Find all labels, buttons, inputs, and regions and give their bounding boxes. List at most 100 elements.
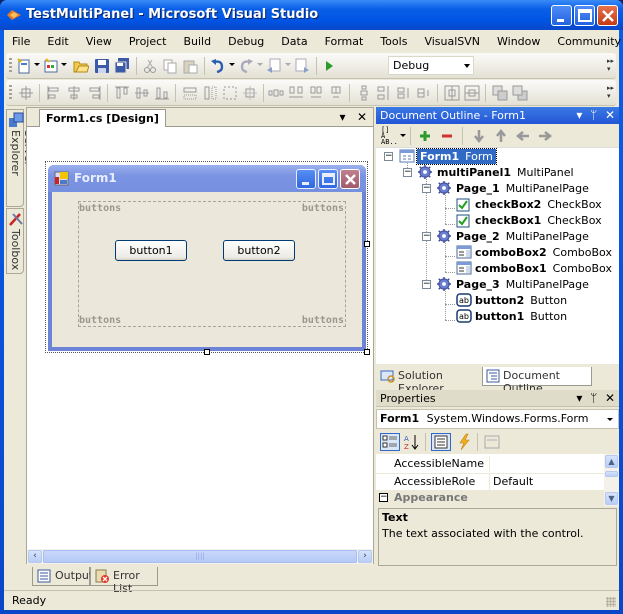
tab-form1-design[interactable]: Form1.cs [Design] <box>39 109 166 127</box>
chevron-down-icon[interactable] <box>257 63 263 66</box>
menu-view[interactable]: View <box>86 35 112 48</box>
align-centers-icon[interactable] <box>66 85 82 101</box>
align-tops-icon[interactable] <box>114 85 130 101</box>
copy-icon[interactable] <box>162 58 178 74</box>
chevron-down-icon[interactable] <box>61 63 67 66</box>
property-value[interactable]: Default <box>493 475 533 488</box>
menu-window[interactable]: Window <box>497 35 540 48</box>
toolbox-tab[interactable]: Toolbox <box>6 208 24 274</box>
scroll-left-button[interactable]: ‹ <box>28 550 42 563</box>
collapse-icon[interactable]: − <box>384 152 393 161</box>
menu-community[interactable]: Community <box>557 35 621 48</box>
decrease-horizontal-spacing-icon[interactable] <box>308 85 324 101</box>
close-button[interactable] <box>597 5 618 26</box>
new-project-icon[interactable] <box>16 58 32 74</box>
window-position-dropdown-icon[interactable]: ▾ <box>576 391 582 405</box>
server-explorer-tab[interactable]: Server Explorer <box>6 109 35 207</box>
decrease-vertical-spacing-icon[interactable] <box>396 85 412 101</box>
active-files-dropdown-icon[interactable]: ▾ <box>339 110 345 124</box>
multipanel-control[interactable]: buttons buttons buttons buttons button1 … <box>78 201 346 327</box>
paste-icon[interactable] <box>182 58 198 74</box>
property-pages-icon[interactable] <box>483 433 501 451</box>
categorized-icon[interactable] <box>380 433 400 451</box>
vertical-spacing-equal-icon[interactable] <box>356 85 372 101</box>
resize-handle-right[interactable] <box>364 241 370 247</box>
move-up-icon[interactable] <box>494 129 508 143</box>
increase-horizontal-spacing-icon[interactable] <box>288 85 304 101</box>
menu-build[interactable]: Build <box>183 35 211 48</box>
alphabetical-icon[interactable]: AZ <box>403 433 421 451</box>
property-row[interactable]: AccessibleName <box>376 456 604 472</box>
align-middles-icon[interactable] <box>134 85 150 101</box>
document-outline-tab[interactable]: Document Outline <box>482 367 592 395</box>
cut-icon[interactable] <box>142 58 158 74</box>
save-icon[interactable] <box>94 58 110 74</box>
horizontal-scrollbar[interactable]: ‹ |||| › <box>27 549 373 564</box>
redo-icon[interactable] <box>238 58 254 74</box>
scroll-thumb[interactable]: |||| <box>43 550 357 563</box>
center-vertically-icon[interactable] <box>464 85 480 101</box>
menu-debug[interactable]: Debug <box>228 35 264 48</box>
menu-format[interactable]: Format <box>325 35 364 48</box>
collapse-icon[interactable]: − <box>379 493 388 502</box>
events-icon[interactable] <box>456 433 472 451</box>
toolbar-grip[interactable] <box>9 85 12 101</box>
display-style-icon[interactable]: [] A AB.. <box>381 127 398 146</box>
menu-tools[interactable]: Tools <box>380 35 407 48</box>
menu-file[interactable]: File <box>12 35 30 48</box>
chevron-down-icon[interactable] <box>229 63 235 66</box>
form-designer-surface[interactable]: Form1 buttons buttons buttons buttons bu… <box>27 127 373 549</box>
object-selector[interactable]: Form1 System.Windows.Forms.Form <box>376 409 619 429</box>
scroll-down-button[interactable]: ▼ <box>605 492 618 505</box>
collapse-icon[interactable]: − <box>422 280 431 289</box>
collapse-all-icon[interactable] <box>440 129 454 143</box>
align-to-grid-icon[interactable] <box>18 85 34 101</box>
properties-view-icon[interactable] <box>431 433 451 451</box>
toolbar-overflow-button[interactable]: ▸▸ ▾ <box>607 84 614 100</box>
make-same-width-icon[interactable] <box>182 85 198 101</box>
auto-hide-pin-icon[interactable]: ᛘ <box>590 391 597 405</box>
resize-grip-icon[interactable] <box>606 597 616 607</box>
navigate-backward-icon[interactable] <box>266 58 282 74</box>
minimize-button[interactable] <box>551 5 572 26</box>
menu-visualsvn[interactable]: VisualSVN <box>424 35 480 48</box>
open-file-icon[interactable] <box>73 58 89 74</box>
property-row[interactable]: AccessibleRole Default <box>376 473 604 490</box>
error-list-tab[interactable]: Error List <box>90 567 158 595</box>
toolbar-grip[interactable] <box>9 58 12 74</box>
maximize-button[interactable] <box>574 5 595 26</box>
align-bottoms-icon[interactable] <box>154 85 170 101</box>
align-lefts-icon[interactable] <box>46 85 62 101</box>
move-out-icon[interactable] <box>516 129 530 143</box>
chevron-down-icon[interactable] <box>285 63 291 66</box>
collapse-icon[interactable]: − <box>422 232 431 241</box>
undo-icon[interactable] <box>210 58 226 74</box>
property-grid-scrollbar[interactable]: ▲ ▼ <box>604 454 619 506</box>
start-debugging-icon[interactable] <box>321 58 337 74</box>
toolbar-overflow-button[interactable]: ▸▸ ▾ <box>607 57 614 73</box>
align-rights-icon[interactable] <box>86 85 102 101</box>
increase-vertical-spacing-icon[interactable] <box>376 85 392 101</box>
expand-all-icon[interactable] <box>418 129 432 143</box>
output-tab[interactable]: Output <box>32 567 93 586</box>
close-panel-icon[interactable]: ✕ <box>605 108 615 122</box>
scroll-thumb[interactable] <box>605 471 618 477</box>
make-same-size-icon[interactable] <box>242 85 258 101</box>
designed-form[interactable]: Form1 buttons buttons buttons buttons bu… <box>48 165 366 351</box>
navigate-forward-icon[interactable] <box>294 58 310 74</box>
center-horizontally-icon[interactable] <box>444 85 460 101</box>
form-button1[interactable]: button1 <box>115 240 187 261</box>
menu-data[interactable]: Data <box>281 35 307 48</box>
size-to-grid-icon[interactable] <box>222 85 238 101</box>
collapse-icon[interactable]: − <box>422 184 431 193</box>
resize-handle-corner[interactable] <box>364 349 370 355</box>
collapse-icon[interactable]: − <box>403 168 412 177</box>
horizontal-spacing-equal-icon[interactable] <box>268 85 284 101</box>
form-button2[interactable]: button2 <box>223 240 295 261</box>
scroll-right-button[interactable]: › <box>358 550 372 563</box>
scroll-up-button[interactable]: ▲ <box>605 455 618 468</box>
property-category-row[interactable]: − Appearance <box>376 490 604 506</box>
remove-vertical-spacing-icon[interactable] <box>416 85 432 101</box>
move-down-icon[interactable] <box>472 129 486 143</box>
menu-edit[interactable]: Edit <box>47 35 68 48</box>
